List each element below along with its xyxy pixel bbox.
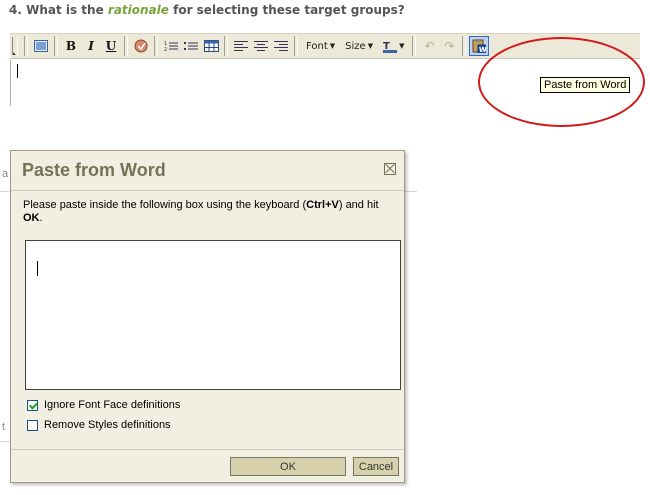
chevron-down-icon: ▼	[329, 42, 336, 50]
background-divider	[0, 441, 10, 442]
toolbar-separator	[462, 36, 467, 56]
font-dropdown[interactable]: Font ▼	[301, 41, 340, 52]
instruction-mid: ) and hit	[338, 199, 379, 211]
background-divider	[405, 191, 417, 192]
instruction-ok: OK	[23, 212, 40, 224]
chevron-down-icon: ▼	[399, 42, 405, 50]
dialog-title: Paste from Word	[22, 160, 166, 180]
align-left-icon[interactable]	[231, 36, 251, 56]
paste-from-word-dialog: Paste from Word Please paste inside the …	[10, 150, 405, 483]
question-emphasis: rationale	[107, 3, 169, 17]
font-dropdown-label: Font	[306, 40, 328, 52]
background-text-fragment: t	[2, 421, 6, 433]
ignore-font-face-label: Ignore Font Face definitions	[44, 399, 181, 411]
instruction-start: Please paste inside the following box us…	[23, 199, 307, 211]
svg-text:W: W	[479, 46, 486, 53]
instruction-key: Ctrl+V	[306, 199, 339, 211]
toolbar-separator	[24, 36, 28, 56]
button-divider	[11, 449, 404, 450]
svg-text:2: 2	[164, 47, 167, 52]
paste-from-word-icon[interactable]: W	[469, 36, 490, 56]
table-icon[interactable]	[201, 36, 221, 56]
text-color-icon[interactable]: T ▼	[378, 40, 409, 53]
remove-styles-label: Remove Styles definitions	[44, 419, 171, 431]
chevron-down-icon: ▼	[367, 42, 374, 50]
ignore-font-face-checkbox[interactable]	[27, 399, 38, 411]
toolbar-separator	[294, 36, 298, 56]
unordered-list-icon[interactable]	[181, 36, 201, 56]
toolbar-separator	[412, 36, 417, 56]
toolbar-separator	[154, 36, 158, 56]
size-dropdown-label: Size	[345, 40, 366, 52]
align-right-icon[interactable]	[271, 36, 291, 56]
background-divider	[0, 191, 10, 192]
highlight-ellipse	[478, 37, 645, 127]
background-text-fragment: a	[2, 168, 9, 180]
question-heading: 4. What is the rationale for selecting t…	[9, 3, 405, 17]
spellcheck-icon[interactable]	[131, 36, 151, 56]
toolbar-separator	[124, 36, 128, 56]
undo-icon[interactable]: ↶	[419, 36, 439, 56]
editor-left-border	[10, 60, 11, 106]
question-prefix: 4. What is the	[9, 3, 108, 17]
collapse-toolbar-handle[interactable]	[12, 37, 18, 55]
ok-button[interactable]: OK	[230, 457, 346, 476]
toolbar-separator	[54, 36, 58, 56]
size-dropdown[interactable]: Size ▼	[340, 41, 378, 52]
paste-textarea[interactable]	[25, 240, 401, 390]
close-icon[interactable]	[384, 163, 396, 175]
align-center-icon[interactable]	[251, 36, 271, 56]
paste-caret	[37, 261, 38, 276]
italic-icon[interactable]: I	[81, 36, 101, 56]
dialog-instruction: Please paste inside the following box us…	[23, 199, 398, 225]
bold-icon[interactable]: B	[61, 36, 81, 56]
cancel-button[interactable]: Cancel	[353, 457, 399, 476]
toolbar-separator	[224, 36, 228, 56]
editor-caret	[17, 64, 18, 78]
question-suffix: for selecting these target groups?	[168, 3, 405, 17]
underline-icon[interactable]: U	[101, 36, 121, 56]
remove-styles-row[interactable]: Remove Styles definitions	[27, 419, 171, 431]
instruction-end: .	[39, 212, 43, 224]
ordered-list-icon[interactable]: 12	[161, 36, 181, 56]
redo-icon[interactable]: ↷	[439, 36, 459, 56]
ignore-font-face-row[interactable]: Ignore Font Face definitions	[27, 399, 180, 411]
remove-styles-checkbox[interactable]	[27, 419, 38, 431]
title-divider	[11, 190, 404, 191]
view-source-icon[interactable]	[31, 36, 51, 56]
